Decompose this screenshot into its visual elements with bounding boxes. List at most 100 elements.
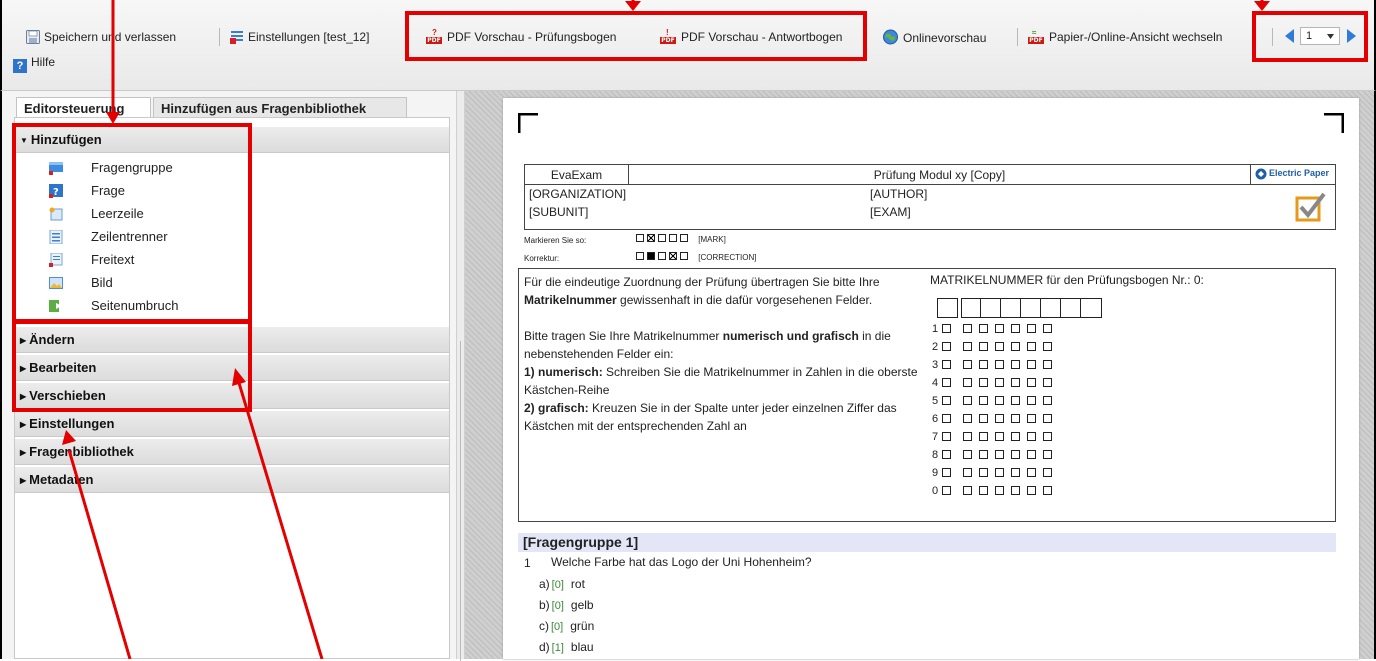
toolbar: Speichern und verlassen Einstellungen [t… [0, 0, 1376, 91]
answer-option[interactable]: a) [0] rot [539, 576, 585, 592]
question-group-icon [49, 162, 63, 175]
divider [1080, 298, 1081, 318]
matrikel-digit-row[interactable]: 8 [932, 448, 1059, 462]
section-fragenbibliothek[interactable]: ▶ Fragenbibliothek [15, 439, 449, 465]
add-item-label: Leerzeile [91, 206, 144, 221]
corner-mark [518, 113, 538, 133]
matrikel-digit-row[interactable]: 0 [932, 484, 1059, 498]
logo-text: Electric Paper [1269, 168, 1330, 178]
page-select[interactable]: 1 [1300, 27, 1340, 45]
section-verschieben[interactable]: ▶ Verschieben [15, 383, 449, 409]
next-page-icon[interactable] [1346, 28, 1358, 44]
chevron-down-icon [1327, 34, 1334, 39]
divider [1060, 298, 1061, 318]
add-item-label: Zeilentrenner [91, 229, 168, 244]
pdf-icon: ? PDF [426, 28, 442, 44]
triangle-down-icon: ▼ [20, 136, 28, 145]
checkbox-crossed [647, 234, 655, 242]
toolbar-separator [1017, 28, 1018, 46]
answer-option[interactable]: c) [0] grün [539, 618, 594, 634]
section-metadaten[interactable]: ▶ Metadaten [15, 467, 449, 493]
instruction-paragraph: Bitte tragen Sie Ihre Matrikelnummer num… [524, 329, 891, 361]
help-label: Hilfe [31, 55, 56, 69]
pdf-preview-exam-label: PDF Vorschau - Prüfungsbogen [447, 30, 617, 44]
add-item-label: Bild [91, 275, 113, 290]
matrikel-digit-row[interactable]: 3 [932, 358, 1059, 372]
evaexam-label: EvaExam [550, 168, 603, 182]
pdf-preview-answer-label: PDF Vorschau - Antwortbogen [681, 30, 843, 44]
exam-placeholder: [EXAM] [870, 205, 911, 219]
matrikel-digit-row[interactable]: 9 [932, 466, 1059, 480]
divider [1040, 298, 1041, 318]
matrikel-digit-row[interactable]: 6 [932, 412, 1059, 426]
save-icon [26, 30, 40, 44]
section-metadaten-label: Metadaten [29, 472, 94, 487]
add-item-label: Fragengruppe [91, 160, 173, 175]
settings-icon [230, 31, 243, 44]
answer-option[interactable]: b) [0] gelb [539, 597, 594, 613]
tab-add-from-library[interactable]: Hinzufügen aus Fragenbibliothek [153, 97, 407, 119]
add-item-label: Freitext [91, 252, 135, 267]
checkbox-empty [658, 252, 666, 260]
settings-label: Einstellungen [test_12] [248, 30, 370, 44]
section-bearbeiten-label: Bearbeiten [29, 360, 97, 375]
matrikel-digit-row[interactable]: 4 [932, 376, 1059, 390]
checkmark-logo-icon [1295, 192, 1326, 222]
author-placeholder: [AUTHOR] [870, 187, 928, 201]
checkbox-empty [636, 252, 644, 260]
editor-accordion: ▼ Hinzufügen Fragengruppe ? Frage Leerzei… [14, 117, 450, 659]
checkbox-empty [680, 234, 688, 242]
matrikel-entry-row[interactable] [937, 298, 1102, 318]
mark-tag: [MARK] [698, 235, 726, 244]
digit-box[interactable] [937, 298, 958, 318]
online-preview-button[interactable]: Onlinevorschau [882, 29, 986, 45]
pdf-preview-answer-button[interactable]: ! PDF PDF Vorschau - Antwortbogen [660, 29, 842, 45]
divider [1000, 298, 1001, 318]
logo-icon [1255, 168, 1267, 180]
toggle-view-label: Papier-/Online-Ansicht wechseln [1049, 30, 1223, 44]
divider [980, 298, 981, 318]
mark-instruction: Markieren Sie so: [524, 236, 587, 245]
checkbox-crossed [669, 252, 677, 260]
toolbar-separator [408, 28, 409, 46]
correction-tag: [CORRECTION] [698, 253, 757, 262]
settings-button[interactable]: Einstellungen [test_12] [230, 29, 369, 45]
blank-line-icon [49, 207, 63, 221]
instruction-paragraph: Für die eindeutige Zuordnung der Prüfung… [524, 275, 880, 307]
instruction-paragraph: 1) numerisch: Schreiben Sie die Matrikel… [524, 365, 918, 397]
section-aendern-label: Ändern [29, 332, 75, 347]
matrikel-digit-row[interactable]: 2 [932, 340, 1059, 354]
checkbox-empty [636, 234, 644, 242]
corner-mark [1324, 113, 1344, 133]
matrikel-digit-row[interactable]: 1 [932, 322, 1059, 336]
triangle-right-icon: ▶ [20, 364, 27, 373]
help-button[interactable]: ? Hilfe [13, 54, 56, 73]
add-item-label: Frage [91, 183, 125, 198]
question-number: 1 [524, 556, 531, 570]
section-hinzufuegen[interactable]: ▼ Hinzufügen [15, 127, 449, 153]
answer-option[interactable]: d) [1] blau [539, 639, 594, 655]
question-text[interactable]: Welche Farbe hat das Logo der Uni Hohenh… [551, 555, 812, 569]
pdf-preview-exam-button[interactable]: ? PDF PDF Vorschau - Prüfungsbogen [426, 29, 616, 45]
mark-example: [MARK] [636, 234, 726, 244]
triangle-right-icon: ▶ [20, 448, 27, 457]
toggle-view-button[interactable]: ≈ PDF Papier-/Online-Ansicht wechseln [1028, 29, 1222, 45]
section-bearbeiten[interactable]: ▶ Bearbeiten [15, 355, 449, 381]
section-einstellungen-label: Einstellungen [29, 416, 115, 431]
previous-page-icon[interactable] [1283, 28, 1295, 44]
section-hinzufuegen-label: Hinzufügen [30, 132, 102, 147]
question-icon: ? [49, 184, 63, 198]
globe-icon [883, 29, 898, 45]
question-group-title[interactable]: [Fragengruppe 1] [518, 533, 1336, 552]
divider [1250, 165, 1251, 185]
panel-splitter[interactable] [456, 91, 465, 661]
toolbar-separator [219, 28, 220, 46]
matrikel-digit-row[interactable]: 5 [932, 394, 1059, 408]
section-einstellungen[interactable]: ▶ Einstellungen [15, 411, 449, 437]
triangle-right-icon: ▶ [20, 476, 27, 485]
matrikel-digit-row[interactable]: 7 [932, 430, 1059, 444]
save-exit-button[interactable]: Speichern und verlassen [26, 29, 176, 45]
section-aendern[interactable]: ▶ Ändern [15, 327, 449, 353]
electric-paper-logo: Electric Paper [1255, 167, 1333, 183]
svg-text:?: ? [53, 187, 59, 198]
